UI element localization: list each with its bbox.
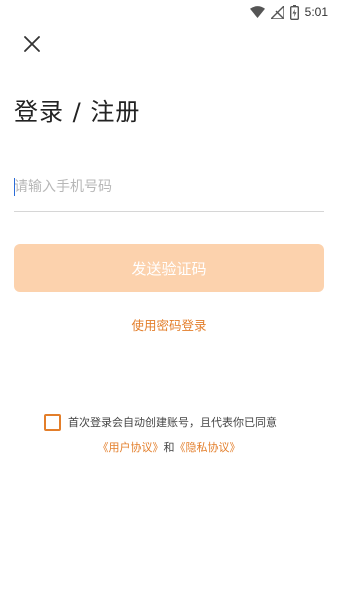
agreement-links: 《用户协议》和《隐私协议》 <box>0 440 338 456</box>
privacy-agreement-link[interactable]: 《隐私协议》 <box>175 441 241 454</box>
status-icons: 5:01 <box>249 3 328 21</box>
status-time: 5:01 <box>304 5 328 19</box>
password-login-link[interactable]: 使用密码登录 <box>0 315 338 334</box>
agreement-text: 首次登录会自动创建账号，且代表你已同意 <box>68 416 277 429</box>
agreement-checkbox[interactable] <box>44 414 61 431</box>
user-agreement-link[interactable]: 《用户协议》 <box>98 441 164 454</box>
page-title: 登录 / 注册 <box>14 98 141 126</box>
wifi-icon <box>249 6 265 18</box>
status-bar: 5:01 <box>0 0 338 24</box>
battery-charging-icon <box>289 4 299 20</box>
no-signal-icon <box>270 5 284 19</box>
close-icon <box>24 36 40 52</box>
send-code-button[interactable]: 发送验证码 <box>14 244 324 292</box>
close-button[interactable] <box>18 30 46 58</box>
text-cursor <box>14 178 15 196</box>
phone-field[interactable] <box>14 172 324 212</box>
phone-input[interactable] <box>14 172 324 202</box>
agreement-and: 和 <box>163 441 175 454</box>
